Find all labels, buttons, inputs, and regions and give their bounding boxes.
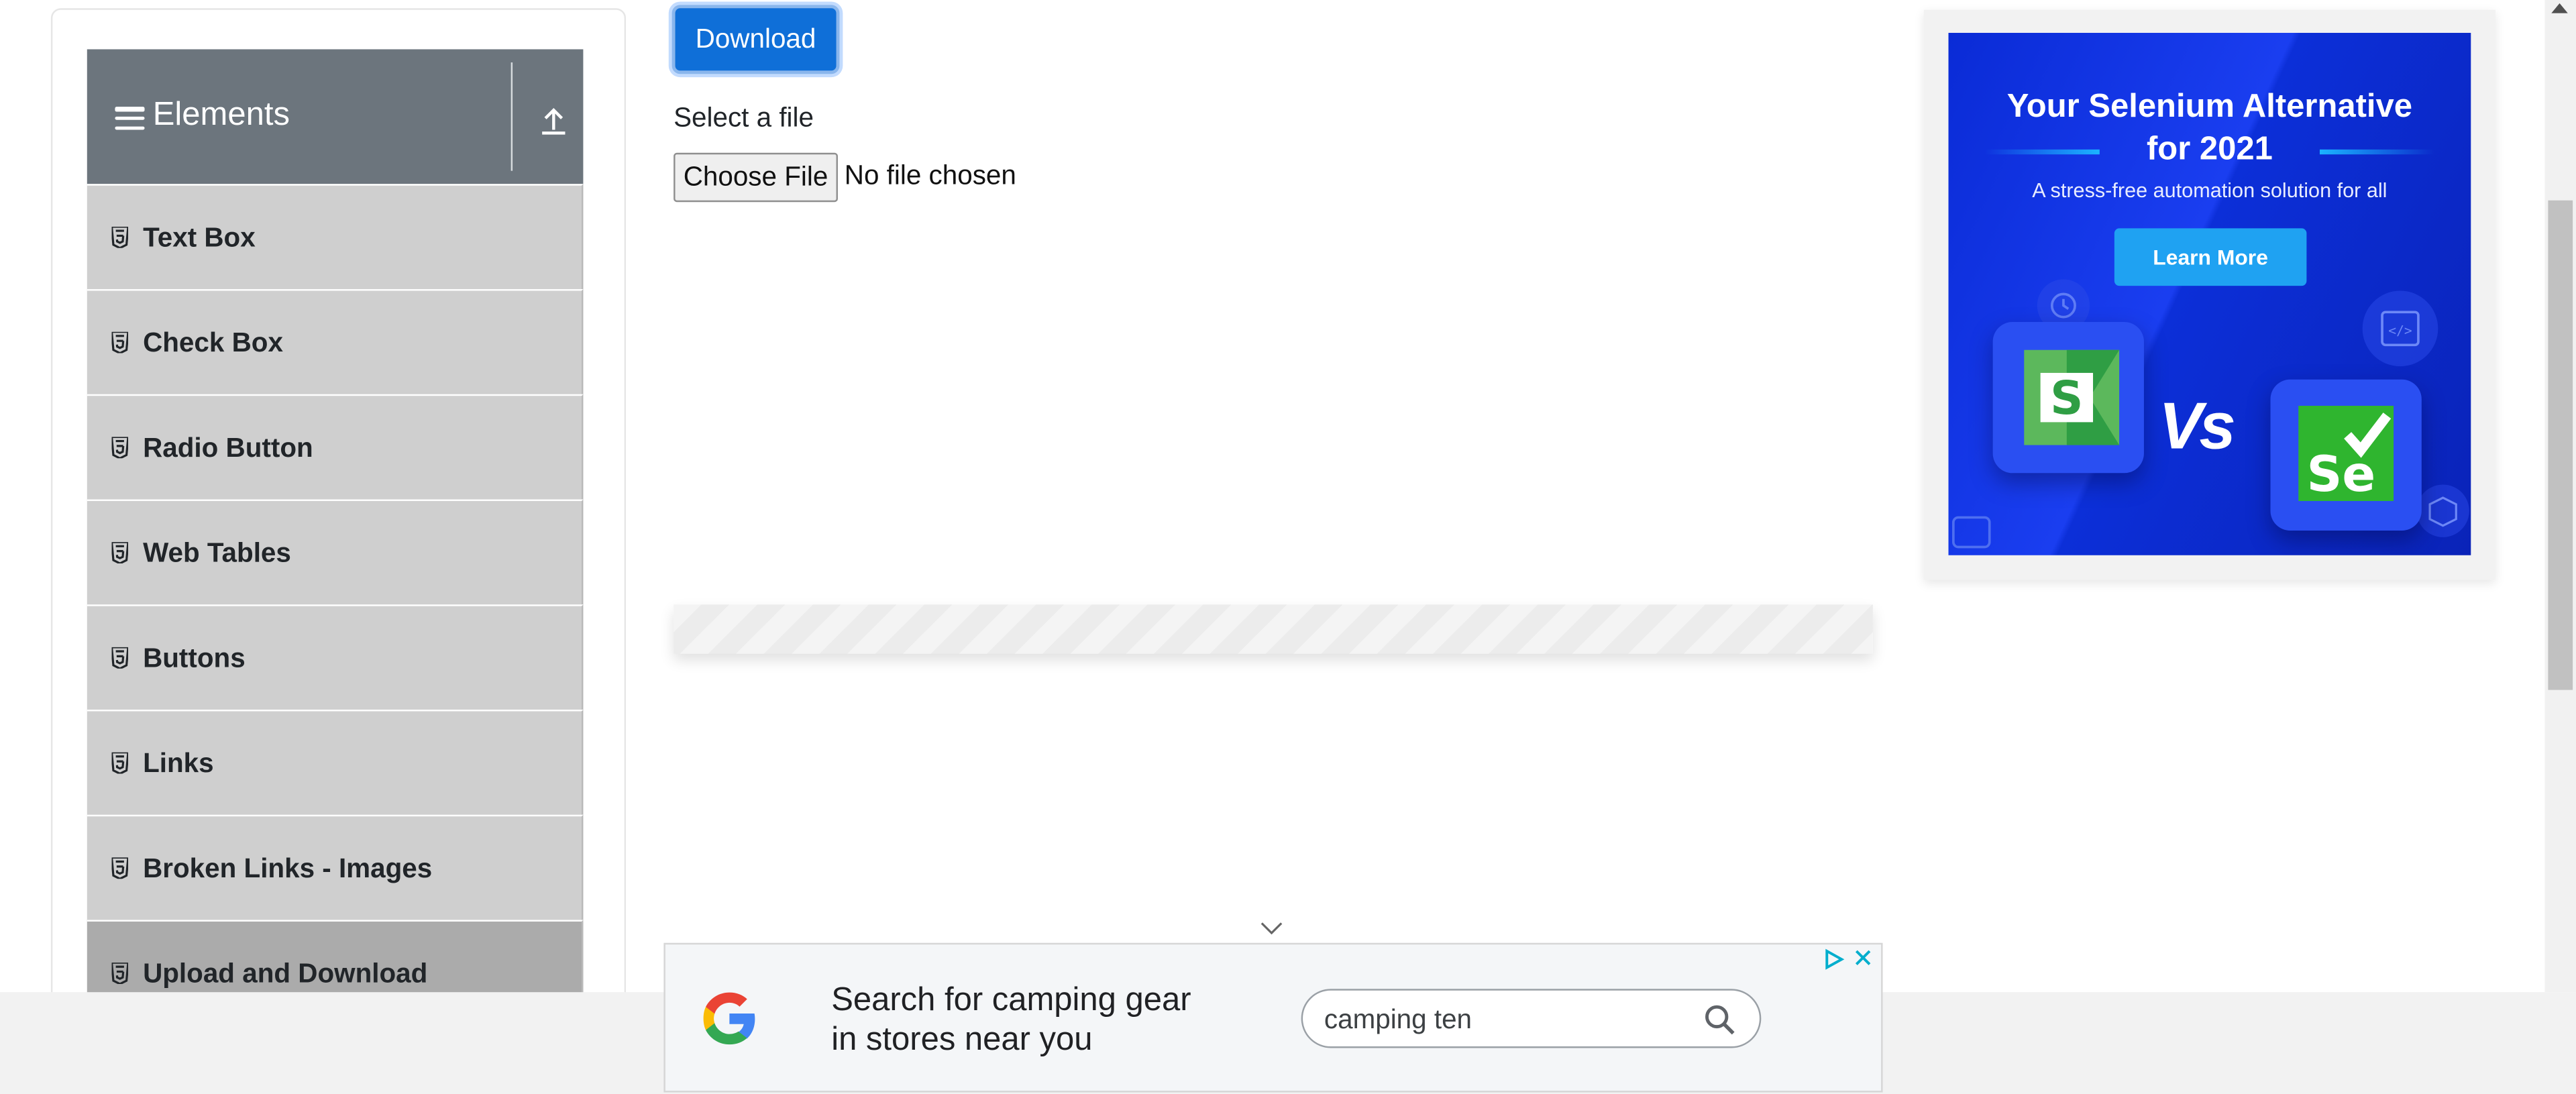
- sidebar-item[interactable]: Web Tables: [87, 499, 584, 605]
- elements-group-header[interactable]: Elements: [87, 49, 584, 184]
- learn-more-button[interactable]: Learn More: [2114, 228, 2307, 286]
- sidebar-item[interactable]: Check Box: [87, 289, 584, 394]
- selenium-logo-tile: Se: [2270, 379, 2422, 531]
- download-button[interactable]: Download: [672, 5, 840, 74]
- bottom-ad-line2: in stores near you: [831, 1022, 1093, 1058]
- bottom-ad[interactable]: Search for camping gear in stores near y…: [663, 942, 1883, 1093]
- sidebar-item-label: Web Tables: [143, 539, 291, 569]
- selenium-letters: Se: [2306, 446, 2375, 501]
- adchoices-icon[interactable]: [1822, 948, 1845, 971]
- html5-icon: [111, 752, 129, 774]
- search-icon[interactable]: [1704, 1003, 1737, 1036]
- ad-rule-left: [1984, 149, 2100, 155]
- html5-icon: [111, 963, 129, 984]
- html5-icon: [111, 542, 129, 564]
- html5-icon: [111, 437, 129, 459]
- bottom-ad-line1: Search for camping gear: [831, 982, 1191, 1019]
- select-file-label: Select a file: [674, 103, 814, 133]
- google-g-icon: [703, 992, 755, 1045]
- svg-text:</>: </>: [2388, 323, 2412, 339]
- katalon-logo-icon: S: [2024, 349, 2120, 445]
- scrollbar-thumb[interactable]: [2548, 200, 2573, 690]
- collapse-up-icon[interactable]: [539, 105, 568, 138]
- sidebar-item-label: Radio Button: [143, 433, 313, 463]
- html5-icon: [111, 331, 129, 353]
- ad-placeholder-strip: [674, 604, 1873, 654]
- sidebar-item[interactable]: Buttons: [87, 604, 584, 710]
- sidebar-item-label: Links: [143, 749, 214, 779]
- selenium-logo-icon: Se: [2298, 405, 2394, 501]
- close-icon[interactable]: [1851, 946, 1874, 969]
- group-title: Elements: [152, 97, 290, 133]
- hamburger-icon: [115, 107, 145, 130]
- html5-icon: [111, 647, 129, 669]
- header-divider: [511, 62, 513, 171]
- sidebar-item-label: Text Box: [143, 223, 256, 254]
- bottom-ad-search-query: camping ten: [1324, 1005, 1472, 1035]
- vs-text: Vs: [2158, 390, 2236, 463]
- dashboard-icon: [1952, 516, 1991, 549]
- sidebar-item[interactable]: Text Box: [87, 184, 584, 290]
- bottom-ad-text: Search for camping gear in stores near y…: [831, 981, 1191, 1060]
- ad-rule-right: [2319, 149, 2435, 155]
- bottom-ad-search-box[interactable]: camping ten: [1301, 989, 1762, 1048]
- choose-file-button[interactable]: Choose File: [674, 152, 838, 203]
- sidebar-item-label: Check Box: [143, 328, 283, 358]
- sidebar-item[interactable]: Links: [87, 709, 584, 815]
- html5-icon: [111, 857, 129, 879]
- sidebar-item[interactable]: Broken Links - Images: [87, 814, 584, 920]
- box-icon: [2416, 484, 2469, 537]
- sidebar-item[interactable]: Radio Button: [87, 394, 584, 500]
- sidebar-menu: Text Box Check Box Radio Button Web Tables B…: [87, 184, 584, 1026]
- code-icon: </>: [2362, 290, 2438, 367]
- scroll-up-arrow-icon[interactable]: [2551, 3, 2568, 13]
- file-status-text: No file chosen: [844, 161, 1016, 191]
- katalon-logo-tile: S: [1992, 322, 2144, 474]
- sidebar-item-label: Buttons: [143, 644, 246, 674]
- html5-icon: [111, 226, 129, 248]
- ad-headline: Your Selenium Alternative for 2021: [1949, 85, 2471, 170]
- ad-headline-line1: Your Selenium Alternative: [2006, 89, 2413, 125]
- sidebar-item-label: Upload and Download: [143, 959, 428, 989]
- side-ad[interactable]: Your Selenium Alternative for 2021 A str…: [1948, 32, 2471, 555]
- katalon-letter: S: [2050, 372, 2083, 425]
- sidebar-item-label: Broken Links - Images: [143, 854, 433, 884]
- chevron-down-icon[interactable]: [1258, 920, 1285, 936]
- ad-subtitle: A stress-free automation solution for al…: [2032, 178, 2387, 203]
